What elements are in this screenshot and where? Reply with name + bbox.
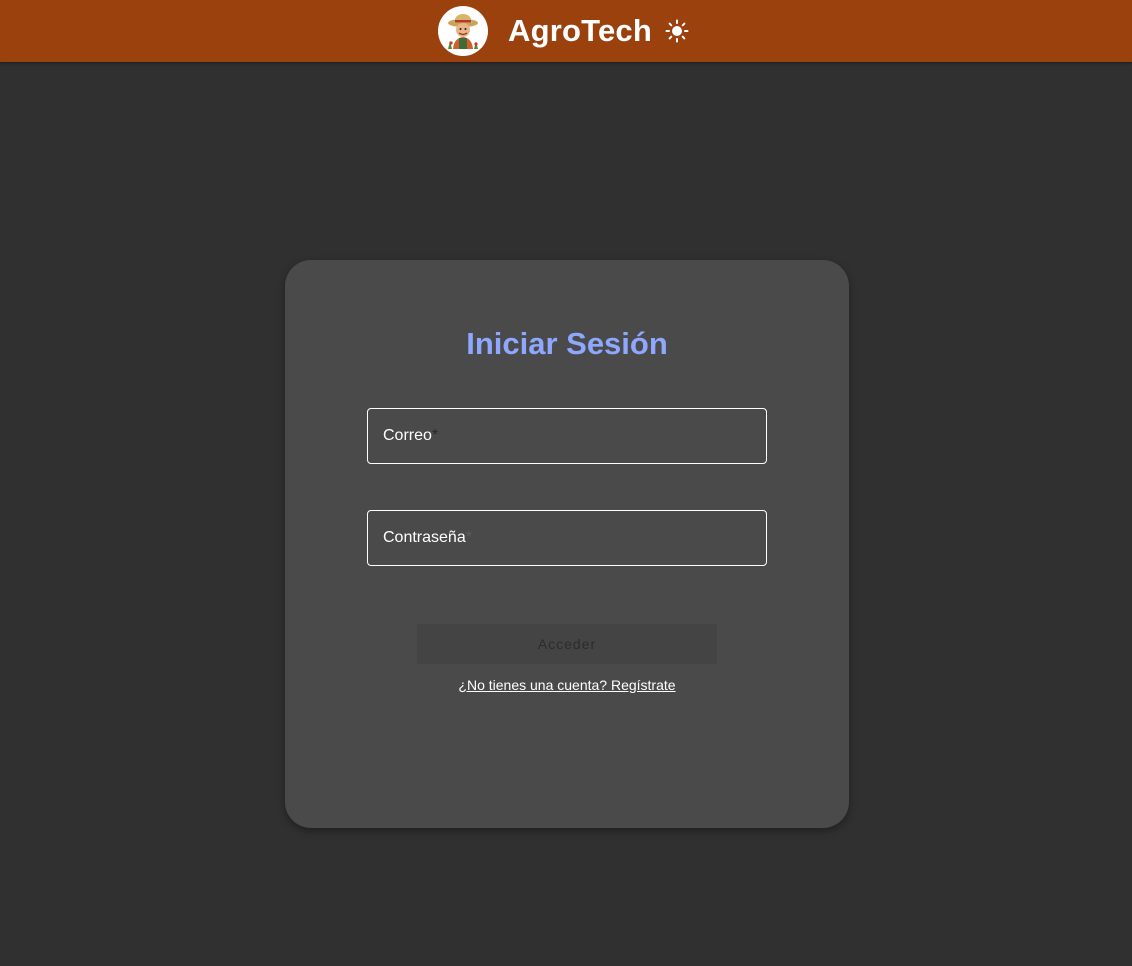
login-title: Iniciar Sesión [466, 326, 668, 361]
email-field[interactable]: Correo* [367, 408, 767, 464]
app-title: AgroTech [508, 13, 652, 48]
register-link-container: ¿No tienes una cuenta? Regístrate [285, 677, 849, 693]
register-link[interactable]: ¿No tienes una cuenta? Regístrate [458, 677, 675, 693]
sun-icon[interactable] [664, 18, 690, 44]
login-card: Iniciar Sesión Correo* Contraseña* Acced… [285, 260, 849, 828]
submit-button[interactable]: Acceder [417, 624, 717, 664]
brand: AgroTech [438, 6, 690, 56]
app-header: AgroTech [0, 0, 1132, 62]
password-field[interactable]: Contraseña* [367, 510, 767, 566]
farmer-mascot-icon [438, 6, 488, 56]
email-input[interactable] [368, 409, 766, 463]
password-input[interactable] [368, 511, 766, 565]
